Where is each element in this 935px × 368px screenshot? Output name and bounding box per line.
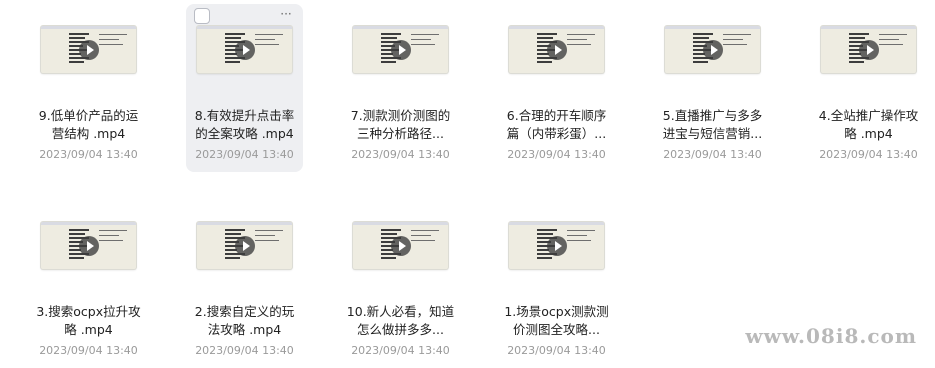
video-thumbnail[interactable] bbox=[509, 222, 604, 269]
file-tile[interactable]: 7.测款测价测图的 三种分析路径... 2023/09/04 13:40 bbox=[342, 4, 459, 172]
video-thumbnail[interactable] bbox=[509, 26, 604, 73]
file-date: 2023/09/04 13:40 bbox=[351, 344, 450, 357]
play-icon bbox=[547, 40, 567, 60]
video-thumbnail[interactable] bbox=[821, 26, 916, 73]
video-thumbnail[interactable] bbox=[353, 26, 448, 73]
file-date: 2023/09/04 13:40 bbox=[507, 344, 606, 357]
file-name[interactable]: 2.搜索自定义的玩 法攻略 .mp4 bbox=[186, 303, 303, 339]
file-tile[interactable]: 6.合理的开车顺序 篇（内带彩蛋）... 2023/09/04 13:40 bbox=[498, 4, 615, 172]
file-tile[interactable]: 4.全站推广操作攻 略 .mp4 2023/09/04 13:40 bbox=[810, 4, 927, 172]
video-thumbnail[interactable] bbox=[197, 26, 292, 73]
file-name[interactable]: 5.直播推广与多多 进宝与短信营销... bbox=[654, 107, 771, 143]
video-thumbnail[interactable] bbox=[197, 222, 292, 269]
file-name[interactable]: 3.搜索ocpx拉升攻 略 .mp4 bbox=[30, 303, 147, 339]
file-date: 2023/09/04 13:40 bbox=[195, 344, 294, 357]
play-icon bbox=[703, 40, 723, 60]
file-tile[interactable]: 1.场景ocpx测款测 价测图全攻略... 2023/09/04 13:40 bbox=[498, 200, 615, 368]
file-name[interactable]: 9.低单价产品的运 营结构 .mp4 bbox=[30, 107, 147, 143]
file-name[interactable]: 1.场景ocpx测款测 价测图全攻略... bbox=[498, 303, 615, 339]
video-thumbnail[interactable] bbox=[353, 222, 448, 269]
file-date: 2023/09/04 13:40 bbox=[819, 148, 918, 161]
file-tile[interactable]: 9.低单价产品的运 营结构 .mp4 2023/09/04 13:40 bbox=[30, 4, 147, 172]
play-icon bbox=[79, 40, 99, 60]
file-name[interactable]: 10.新人必看，知道 怎么做拼多多... bbox=[342, 303, 459, 339]
video-thumbnail[interactable] bbox=[41, 222, 136, 269]
file-date: 2023/09/04 13:40 bbox=[195, 148, 294, 161]
file-name[interactable]: 7.测款测价测图的 三种分析路径... bbox=[342, 107, 459, 143]
file-date: 2023/09/04 13:40 bbox=[663, 148, 762, 161]
play-icon bbox=[391, 236, 411, 256]
file-date: 2023/09/04 13:40 bbox=[351, 148, 450, 161]
watermark: www.08i8.com bbox=[745, 324, 917, 348]
file-name[interactable]: 6.合理的开车顺序 篇（内带彩蛋）... bbox=[498, 107, 615, 143]
play-icon bbox=[391, 40, 411, 60]
file-date: 2023/09/04 13:40 bbox=[507, 148, 606, 161]
file-tile[interactable]: ··· 8.有效提升点击率 的全案攻略 .mp4 2023/09/04 13:4… bbox=[186, 4, 303, 172]
file-date: 2023/09/04 13:40 bbox=[39, 344, 138, 357]
file-name[interactable]: 4.全站推广操作攻 略 .mp4 bbox=[810, 107, 927, 143]
play-icon bbox=[235, 236, 255, 256]
play-icon bbox=[235, 40, 255, 60]
more-options-button[interactable]: ··· bbox=[275, 7, 297, 25]
file-tile[interactable]: 3.搜索ocpx拉升攻 略 .mp4 2023/09/04 13:40 bbox=[30, 200, 147, 368]
file-tile[interactable]: 5.直播推广与多多 进宝与短信营销... 2023/09/04 13:40 bbox=[654, 4, 771, 172]
play-icon bbox=[547, 236, 567, 256]
file-tile[interactable]: 10.新人必看，知道 怎么做拼多多... 2023/09/04 13:40 bbox=[342, 200, 459, 368]
select-checkbox[interactable] bbox=[194, 8, 210, 24]
file-name[interactable]: 8.有效提升点击率 的全案攻略 .mp4 bbox=[186, 107, 303, 143]
video-thumbnail[interactable] bbox=[665, 26, 760, 73]
play-icon bbox=[859, 40, 879, 60]
file-date: 2023/09/04 13:40 bbox=[39, 148, 138, 161]
file-tile[interactable]: 2.搜索自定义的玩 法攻略 .mp4 2023/09/04 13:40 bbox=[186, 200, 303, 368]
video-thumbnail[interactable] bbox=[41, 26, 136, 73]
play-icon bbox=[79, 236, 99, 256]
